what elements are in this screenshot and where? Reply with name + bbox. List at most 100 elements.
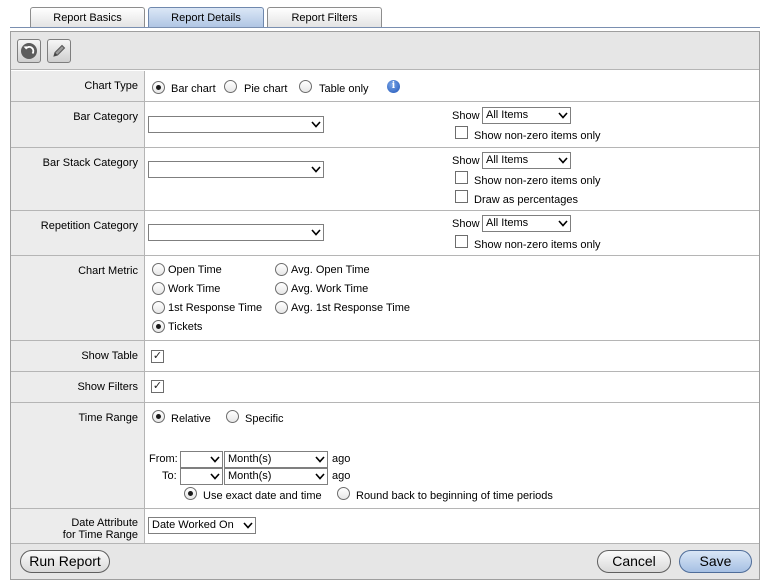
time-range-label: Time Range: [11, 403, 145, 508]
metric-avg-work-time-radio[interactable]: [275, 282, 288, 295]
date-attribute-select[interactable]: Date Worked On: [148, 517, 256, 534]
pie-chart-label: Pie chart: [244, 83, 288, 95]
show-filters-label: Show Filters: [11, 372, 145, 402]
chart-metric-row: Chart Metric Open Time Avg. Open Time Wo…: [11, 256, 759, 341]
draw-percentages-label: Draw as percentages: [474, 194, 578, 206]
from-ago-label: ago: [332, 453, 351, 465]
run-report-button[interactable]: Run Report: [20, 550, 110, 573]
bar-category-nonzero-checkbox[interactable]: [455, 126, 468, 139]
chevron-down-icon: [311, 121, 321, 128]
repetition-category-select[interactable]: [148, 224, 324, 241]
undo-icon: [21, 43, 37, 59]
chevron-down-icon: [558, 157, 568, 164]
tab-report-details[interactable]: Report Details: [148, 7, 264, 28]
relative-radio[interactable]: [152, 410, 165, 423]
bar-category-show-select[interactable]: All Items: [482, 107, 571, 124]
chart-type-label: Chart Type: [11, 71, 145, 101]
exact-date-label: Use exact date and time: [203, 490, 322, 502]
to-unit-select[interactable]: Month(s): [224, 468, 328, 485]
metric-work-time-radio[interactable]: [152, 282, 165, 295]
draw-percentages-checkbox[interactable]: [455, 190, 468, 203]
chevron-down-icon: [558, 220, 568, 227]
metric-work-time-label: Work Time: [168, 283, 221, 295]
date-attribute-label-line2: for Time Range: [62, 529, 138, 541]
metric-avg-open-time-label: Avg. Open Time: [291, 264, 370, 276]
bar-category-nonzero-label: Show non-zero items only: [474, 130, 601, 142]
metric-avg-work-time-label: Avg. Work Time: [291, 283, 369, 295]
table-only-label: Table only: [319, 83, 369, 95]
bar-stack-nonzero-checkbox[interactable]: [455, 171, 468, 184]
pencil-icon: [53, 44, 66, 57]
repetition-category-label: Repetition Category: [11, 211, 145, 255]
report-tabs: Report Basics Report Details Report Filt…: [30, 7, 385, 28]
bar-category-select[interactable]: [148, 116, 324, 133]
from-label: From:: [149, 453, 178, 465]
tab-divider: [10, 27, 760, 28]
specific-label: Specific: [245, 413, 284, 425]
to-number-select[interactable]: [180, 468, 223, 485]
report-details-panel: Chart Type Bar chart Pie chart Table onl…: [10, 31, 760, 580]
save-button[interactable]: Save: [679, 550, 752, 573]
metric-tickets-label: Tickets: [168, 321, 203, 333]
tab-report-basics[interactable]: Report Basics: [30, 7, 145, 28]
show-table-row: Show Table ✓: [11, 341, 759, 372]
bar-stack-category-label: Bar Stack Category: [11, 148, 145, 210]
bar-chart-radio[interactable]: [152, 81, 165, 94]
show-filters-checkbox[interactable]: ✓: [151, 380, 164, 393]
show-filters-row: Show Filters ✓: [11, 372, 759, 403]
bar-stack-category-row: Bar Stack Category Show All Items Show n…: [11, 148, 759, 211]
bar-stack-show-label: Show: [452, 155, 480, 167]
cancel-button[interactable]: Cancel: [597, 550, 671, 573]
chevron-down-icon: [315, 473, 325, 480]
to-ago-label: ago: [332, 470, 351, 482]
from-unit-select[interactable]: Month(s): [224, 451, 328, 468]
chevron-down-icon: [558, 112, 568, 119]
date-attribute-row: Date Attribute for Time Range Date Worke…: [11, 509, 759, 544]
metric-avg-1st-response-label: Avg. 1st Response Time: [291, 302, 411, 314]
chevron-down-icon: [311, 229, 321, 236]
toolbar: [11, 32, 759, 70]
metric-avg-1st-response-radio[interactable]: [275, 301, 288, 314]
metric-1st-response-label: 1st Response Time: [168, 302, 263, 314]
chevron-down-icon: [243, 522, 253, 529]
metric-open-time-label: Open Time: [168, 264, 222, 276]
repetition-nonzero-label: Show non-zero items only: [474, 239, 601, 251]
chevron-down-icon: [210, 456, 220, 463]
metric-tickets-radio[interactable]: [152, 320, 165, 333]
chevron-down-icon: [210, 473, 220, 480]
bar-stack-category-select[interactable]: [148, 161, 324, 178]
bar-stack-show-select[interactable]: All Items: [482, 152, 571, 169]
date-attribute-label-line1: Date Attribute: [71, 517, 138, 529]
metric-avg-open-time-radio[interactable]: [275, 263, 288, 276]
repetition-nonzero-checkbox[interactable]: [455, 235, 468, 248]
table-only-radio[interactable]: [299, 80, 312, 93]
tab-report-filters[interactable]: Report Filters: [267, 7, 382, 28]
repetition-category-row: Repetition Category Show All Items Show …: [11, 211, 759, 256]
date-attribute-label: Date Attribute for Time Range: [11, 509, 145, 543]
bar-chart-label: Bar chart: [171, 83, 216, 95]
bar-stack-nonzero-label: Show non-zero items only: [474, 175, 601, 187]
show-table-label: Show Table: [11, 341, 145, 371]
metric-1st-response-radio[interactable]: [152, 301, 165, 314]
footer-bar: Run Report Cancel Save: [11, 544, 759, 579]
from-number-select[interactable]: [180, 451, 223, 468]
specific-radio[interactable]: [226, 410, 239, 423]
exact-date-radio[interactable]: [184, 487, 197, 500]
to-label: To:: [162, 470, 177, 482]
chevron-down-icon: [311, 166, 321, 173]
round-back-label: Round back to beginning of time periods: [356, 490, 553, 502]
metric-open-time-radio[interactable]: [152, 263, 165, 276]
pie-chart-radio[interactable]: [224, 80, 237, 93]
chart-metric-label: Chart Metric: [11, 256, 145, 340]
repetition-show-select[interactable]: All Items: [482, 215, 571, 232]
chart-type-row: Chart Type Bar chart Pie chart Table onl…: [11, 71, 759, 102]
info-icon[interactable]: i: [387, 80, 400, 93]
relative-label: Relative: [171, 413, 211, 425]
edit-button[interactable]: [47, 39, 71, 63]
show-table-checkbox[interactable]: ✓: [151, 350, 164, 363]
bar-category-label: Bar Category: [11, 102, 145, 147]
bar-category-show-label: Show: [452, 110, 480, 122]
round-back-radio[interactable]: [337, 487, 350, 500]
undo-button[interactable]: [17, 39, 41, 63]
repetition-show-label: Show: [452, 218, 480, 230]
